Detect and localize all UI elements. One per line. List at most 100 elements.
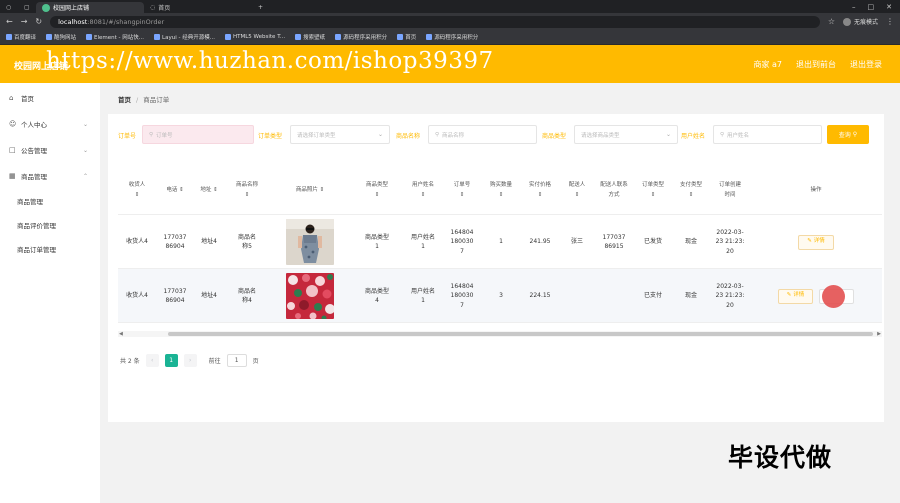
bookmark-label: Element - 网站快...	[94, 35, 145, 41]
order-type-select[interactable]: 请选择订单类型 ⌄	[290, 125, 390, 144]
bookmark-item[interactable]: 搜索壁纸	[295, 33, 325, 41]
bookmark-item[interactable]: 源码程序采用积分	[335, 33, 387, 41]
cell-address: 地址4	[201, 238, 217, 246]
cell-goods-type: 商品类型4	[364, 287, 389, 305]
maximize-button[interactable]: □	[868, 3, 875, 11]
column-header[interactable]: 配送人 ⇕	[560, 166, 594, 215]
sidebar-sub-label: 商品订单管理	[17, 246, 56, 254]
input-placeholder: 商品名称	[442, 132, 465, 139]
forward-icon[interactable]: →	[21, 17, 28, 26]
sidebar-sub-goods[interactable]: 商品管理	[0, 189, 100, 213]
search-icon: ⚲	[720, 131, 725, 138]
vue-icon	[42, 3, 50, 12]
sidebar-sub-orders[interactable]: 商品订单管理	[0, 237, 100, 261]
cell-address: 地址4	[201, 292, 217, 300]
user-name-input[interactable]: ⚲ 用户姓名	[713, 125, 822, 144]
page-number[interactable]: 1	[164, 354, 178, 367]
table-row[interactable]: 收货人4 17703786904 地址4 商品名称4 商品类型4 用户姓名1 1…	[118, 269, 882, 323]
prev-page-button[interactable]: ‹	[145, 354, 159, 367]
bookmark-icon	[295, 34, 302, 40]
cell-goods-photo	[270, 269, 350, 323]
browser-tab-blank-2[interactable]: ▢	[18, 2, 36, 13]
bookmark-label: 源码程序采用积分	[343, 35, 388, 41]
browser-tab-blank[interactable]: ○	[0, 2, 18, 13]
app-header: 校园网上店铺 https://www.huzhan.com/ishop39397…	[0, 45, 900, 83]
url-host: localhost	[58, 17, 88, 26]
bookmark-item[interactable]: Element - 网站快...	[86, 33, 144, 41]
address-bar-row: ← → ↻ localhost:8081/#/shangpinOrder ☆ 无…	[0, 13, 900, 30]
profile-button[interactable]: 无痕模式	[842, 17, 878, 26]
column-header[interactable]: 用户姓名 ⇕	[404, 166, 442, 215]
bookmark-item[interactable]: 源码程序采用积分	[426, 33, 478, 41]
column-header[interactable]: 地址 ⇕	[194, 166, 224, 215]
column-header[interactable]: 购买数量 ⇕	[482, 166, 520, 215]
detail-label: 详情	[813, 238, 825, 245]
table-row[interactable]: 收货人4 17703786904 地址4 商品名称5 商品类型1 用户姓名1 1…	[118, 215, 882, 269]
new-tab-button[interactable]: +	[252, 2, 266, 13]
cell-phone: 17703786904	[163, 233, 187, 251]
sidebar-sub-reviews[interactable]: 商品评价管理	[0, 213, 100, 237]
cell-user: 用户姓名1	[410, 287, 435, 305]
logout-link[interactable]: 退出登录	[850, 59, 882, 70]
column-header[interactable]: 订单创建时间	[710, 166, 750, 215]
search-button[interactable]: 查询 ⚲	[827, 125, 869, 144]
bookmark-item[interactable]: 首页	[397, 33, 416, 41]
browser-tab-active[interactable]: 校园网上店铺	[36, 2, 144, 13]
column-header[interactable]: 订单类型 ⇕	[634, 166, 672, 215]
detail-button[interactable]: ✎ 详情	[798, 234, 834, 250]
cell-order-type: 已支付	[643, 292, 662, 300]
cell-phone: 17703786904	[163, 287, 187, 305]
cell-courier-phone	[594, 269, 634, 323]
bookmark-label: Layui - 经典开源模...	[162, 35, 215, 41]
column-header[interactable]: 商品名称 ⇕	[224, 166, 270, 215]
column-header[interactable]: 商品类型 ⇕	[350, 166, 404, 215]
reload-icon[interactable]: ↻	[35, 17, 42, 26]
breadcrumb-home[interactable]: 首页	[118, 96, 131, 104]
column-header[interactable]: 电话 ⇕	[156, 166, 194, 215]
sidebar-item-notice[interactable]: □ 公告管理 ⌄	[0, 137, 100, 163]
breadcrumb: 首页 / 商品订单	[118, 94, 169, 104]
goods-name-input[interactable]: ⚲ 商品名称	[428, 125, 537, 144]
bookmark-item[interactable]: 酷狗网站	[46, 33, 76, 41]
scroll-right-icon[interactable]: ▶	[877, 331, 881, 337]
close-window-button[interactable]: ✕	[886, 3, 892, 11]
cell-goods-name: 商品名称4	[237, 287, 256, 305]
minimize-button[interactable]: –	[852, 3, 856, 11]
bookmark-label: 搜索壁纸	[303, 35, 326, 41]
filter-label-order-no: 订单号	[118, 133, 137, 140]
input-placeholder: 订单号	[156, 132, 173, 139]
column-header[interactable]: 实付价格 ⇕	[520, 166, 560, 215]
column-header[interactable]: 支付类型 ⇕	[672, 166, 710, 215]
bookmark-item[interactable]: 百度翻译	[6, 33, 36, 41]
menu-icon[interactable]: ⋮	[886, 17, 894, 26]
star-icon[interactable]: ☆	[828, 17, 835, 26]
next-page-button[interactable]: ›	[183, 354, 197, 367]
column-header[interactable]: 配送人联系方式	[594, 166, 634, 215]
cell-order-no: 1648041800307	[450, 228, 474, 255]
user-icon: ☺	[9, 119, 17, 128]
back-icon[interactable]: ←	[6, 17, 13, 26]
scroll-thumb[interactable]	[168, 332, 873, 336]
browser-tab-2[interactable]: ◌ 首页	[144, 2, 252, 13]
column-header[interactable]: 收货人 ⇕	[118, 166, 156, 215]
sidebar-item-goods[interactable]: ▦ 商品管理 ⌃	[0, 163, 100, 189]
url-input[interactable]: localhost:8081/#/shangpinOrder	[50, 15, 820, 28]
sidebar-item-personal[interactable]: ☺ 个人中心 ⌄	[0, 111, 100, 137]
horizontal-scrollbar[interactable]: ◀ ▶	[118, 331, 882, 337]
filter-bar: 订单号 ⚲ 订单号 订单类型 请选择订单类型 ⌄ 商品名称 ⚲ 商品名称 商品类型 请…	[118, 125, 878, 145]
tab-title: 校园网上店铺	[53, 5, 90, 12]
detail-button[interactable]: ✎ 详情	[777, 288, 814, 304]
column-header[interactable]: 订单号 ⇕	[442, 166, 482, 215]
order-no-input[interactable]: ⚲ 订单号	[142, 125, 254, 144]
column-header[interactable]: 商品照片 ⇕	[270, 166, 350, 215]
bookmark-item[interactable]: HTML5 Website T...	[224, 34, 285, 40]
sidebar-item-label: 首页	[21, 95, 34, 103]
goto-page-input[interactable]: 1	[226, 354, 247, 367]
cell-courier-phone: 17703786915	[602, 233, 626, 251]
back-to-frontend-link[interactable]: 退出到前台	[796, 59, 836, 70]
goods-type-select[interactable]: 请选择商品类型 ⌄	[574, 125, 678, 144]
sidebar-item-home[interactable]: ⌂ 首页	[0, 85, 100, 111]
search-icon: ⚲	[435, 131, 440, 138]
bookmark-item[interactable]: Layui - 经典开源模...	[154, 33, 215, 41]
scroll-left-icon[interactable]: ◀	[119, 331, 123, 337]
